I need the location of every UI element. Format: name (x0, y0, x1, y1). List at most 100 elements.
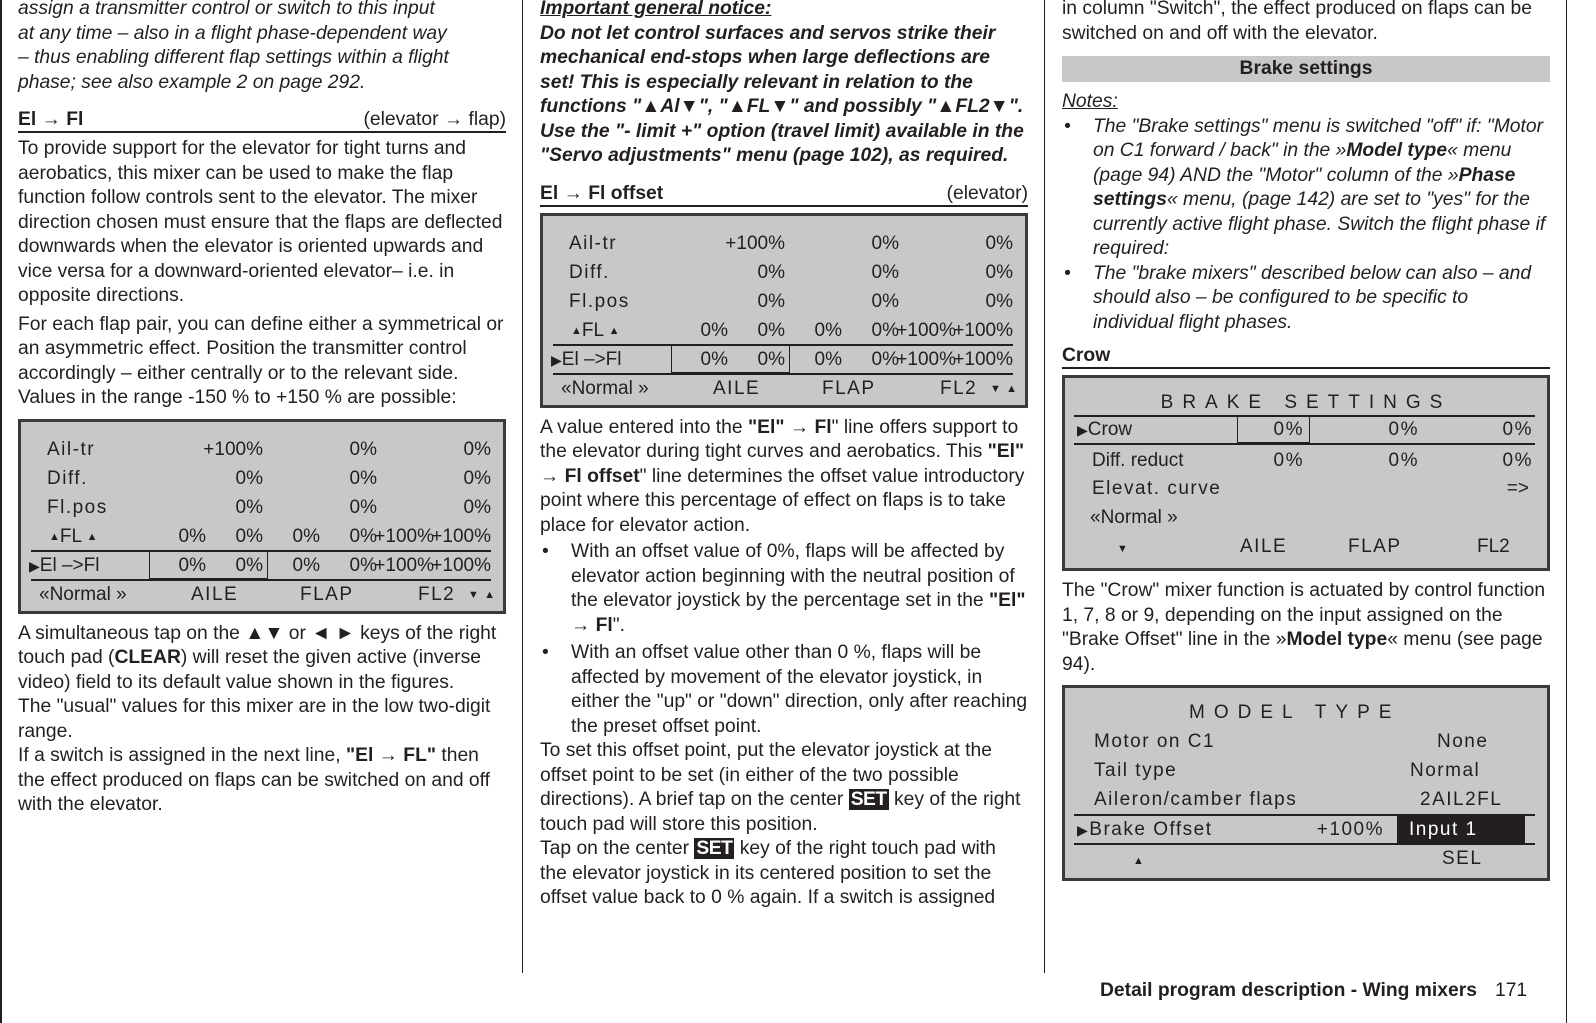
curve-link[interactable]: => (1507, 474, 1529, 503)
row-value[interactable]: 0% (872, 229, 899, 258)
screen-title: BRAKE SETTINGS (1160, 392, 1452, 413)
row-value[interactable]: 0% (236, 551, 263, 580)
scroll-arrows[interactable]: ▼ ▲ (468, 580, 495, 610)
row-value[interactable]: 0% (1274, 446, 1304, 475)
row-value[interactable]: 0% (1389, 446, 1419, 475)
row-label: Aileron/camber flaps (1094, 789, 1298, 810)
paragraph: To set this offset point, put the elevat… (540, 739, 1028, 837)
row-value[interactable]: 0% (293, 551, 320, 580)
row-label: Crow (1087, 419, 1133, 440)
chevron-left-icon: « (39, 583, 50, 605)
row-value[interactable]: 0% (236, 522, 263, 551)
row-value[interactable]: 0% (815, 345, 842, 374)
text-line: – thus enabling different flap settings … (18, 47, 449, 68)
scroll-arrows[interactable]: ▼ ▲ (990, 374, 1017, 404)
down-triangle-icon[interactable]: ▼ (1117, 535, 1128, 564)
row-value[interactable]: 0% (986, 229, 1013, 258)
phase-row: «Normal » (1065, 503, 1547, 532)
row-value[interactable]: 0% (815, 316, 842, 345)
paragraph: To provide support for the elevator for … (18, 138, 503, 306)
row-label-selected: ▶El –>Fl (551, 345, 621, 375)
row-value[interactable]: 0% (293, 522, 320, 551)
row-label: Ail-tr (47, 438, 96, 460)
phase-selector[interactable]: «Normal » (1090, 503, 1178, 532)
column-divider (522, 0, 523, 973)
row-value[interactable]: 0% (872, 287, 899, 316)
row-value[interactable]: 0% (872, 258, 899, 287)
brake-input-value[interactable]: Input 1 (1409, 815, 1478, 844)
row-value[interactable]: 0% (464, 435, 491, 464)
row-label-selected: ▶El –>Fl (29, 551, 99, 581)
row-value[interactable]: 0% (350, 464, 377, 493)
row-label-selected: ▶Brake Offset (1077, 815, 1213, 845)
row-value[interactable]: +100% (431, 522, 491, 551)
row-value[interactable]: +100% (896, 316, 956, 345)
notes-list: The "Brake settings" menu is switched "o… (1062, 115, 1550, 336)
screen-title-row: BRAKE SETTINGS (1065, 388, 1547, 417)
column-label: AILE (1240, 536, 1288, 557)
chevron-right-icon: » (1167, 507, 1178, 528)
row-value[interactable]: 0% (986, 287, 1013, 316)
paragraph: A simultaneous tap on the ▲▼ or ◄ ► keys… (18, 622, 506, 696)
row-value[interactable]: 2AIL2FL (1420, 785, 1502, 814)
bullet-list: With an offset value of 0%, flaps will b… (540, 540, 1028, 739)
row-value[interactable]: 0% (701, 316, 728, 345)
row-value[interactable]: +100% (953, 316, 1013, 345)
sel-softkey[interactable]: SEL (1442, 844, 1482, 873)
row-value[interactable]: 0% (350, 493, 377, 522)
row-value[interactable]: 0% (1389, 415, 1419, 444)
row-label: Diff. (569, 261, 610, 283)
row-value[interactable]: +100% (203, 435, 263, 464)
up-triangle-icon: ▲ (571, 324, 582, 337)
row-value[interactable]: None (1437, 727, 1488, 756)
up-triangle-icon[interactable]: ▲ (1133, 847, 1144, 876)
row-value[interactable]: 0% (872, 345, 899, 374)
row-value[interactable]: 0% (1274, 415, 1304, 444)
fl-row-label: ▲FL ▲ (49, 522, 98, 552)
row-label: Motor on C1 (1094, 731, 1216, 752)
row-value[interactable]: +100% (953, 345, 1013, 374)
paragraph: If a switch is assigned in the next line… (18, 744, 506, 818)
column-label: FL2 (1477, 536, 1510, 557)
screen-row: ▲FL ▲ 0% 0% 0% 0% +100% +100% (543, 316, 1025, 345)
row-value[interactable]: 0% (179, 522, 206, 551)
row-value[interactable]: 0% (236, 493, 263, 522)
bold-text: Model type (1286, 629, 1388, 650)
screen-row: ▲FL ▲ 0% 0% 0% 0% +100% +100% (21, 522, 503, 551)
row-value[interactable]: 0% (350, 551, 377, 580)
row-value[interactable]: +100% (431, 551, 491, 580)
row-value[interactable]: +100% (374, 522, 434, 551)
row-value[interactable]: +100% (896, 345, 956, 374)
row-value[interactable]: 0% (758, 258, 785, 287)
row-value[interactable]: 0% (758, 287, 785, 316)
screen-row: Diff. 0% 0% 0% (21, 464, 503, 493)
row-value[interactable]: 0% (1503, 446, 1533, 475)
phase-selector[interactable]: «Normal » (561, 374, 649, 403)
row-value[interactable]: +100% (374, 551, 434, 580)
screen-row: Fl.pos 0% 0% 0% (21, 493, 503, 522)
chevron-left-icon: « (561, 377, 572, 399)
row-value[interactable]: 0% (464, 493, 491, 522)
row-value[interactable]: +100% (725, 229, 785, 258)
row-value[interactable]: Normal (1410, 756, 1480, 785)
row-value[interactable]: 0% (179, 551, 206, 580)
phase-selector[interactable]: «Normal » (39, 580, 127, 609)
section-heading-crow: Crow (1062, 345, 1550, 369)
row-value[interactable]: 0% (236, 464, 263, 493)
section-subtitle: (elevator) (946, 182, 1028, 204)
paragraph: The "Crow" mixer function is actuated by… (1062, 579, 1550, 677)
row-value[interactable]: 0% (758, 345, 785, 374)
row-value[interactable]: 0% (701, 345, 728, 374)
up-triangle-icon: ▲ (608, 324, 620, 337)
row-value[interactable]: 0% (350, 522, 377, 551)
row-value[interactable]: 0% (872, 316, 899, 345)
screen-row: Elevat. curve => (1065, 474, 1547, 503)
section-title: El → Fl offset (540, 182, 664, 204)
row-value[interactable]: 0% (350, 435, 377, 464)
row-value[interactable]: 0% (1503, 415, 1533, 444)
brake-offset-value[interactable]: +100% (1317, 815, 1384, 844)
row-value[interactable]: 0% (986, 258, 1013, 287)
row-value[interactable]: 0% (758, 316, 785, 345)
row-value[interactable]: 0% (464, 464, 491, 493)
column-label: FLAP (300, 583, 354, 605)
